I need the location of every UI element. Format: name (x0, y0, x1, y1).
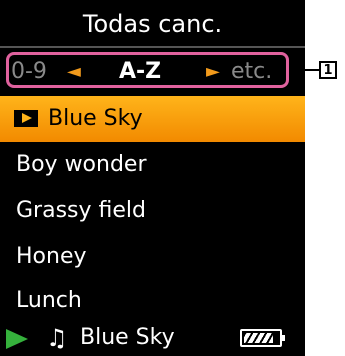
song-title: Grassy field (16, 198, 146, 223)
song-item[interactable]: Grassy field (0, 188, 305, 234)
song-title: Lunch (16, 288, 82, 313)
now-playing-icon (14, 110, 38, 127)
alphabet-index-bar[interactable]: 0-9 ◄ A-Z ► etc. (6, 52, 289, 88)
arrow-left-icon[interactable]: ◄ (67, 58, 81, 86)
screen-title: Todas canc. (82, 10, 223, 38)
song-item[interactable]: Boy wonder (0, 142, 305, 188)
song-title: Boy wonder (16, 152, 147, 177)
song-title: Honey (16, 244, 87, 269)
index-next-label: etc. (231, 59, 273, 84)
status-bar: ♫ Blue Sky (0, 322, 305, 356)
song-title: Blue Sky (48, 106, 143, 131)
song-item-selected[interactable]: Blue Sky (0, 96, 305, 142)
title-divider (0, 46, 305, 48)
callout-number: 1 (319, 61, 337, 79)
index-current-label: A-Z (119, 59, 162, 84)
battery-level (244, 333, 273, 343)
callout-leader-line (289, 69, 319, 71)
arrow-right-icon[interactable]: ► (206, 58, 220, 86)
play-icon (6, 329, 28, 349)
music-note-icon: ♫ (46, 324, 68, 352)
battery-icon (240, 329, 285, 347)
index-prev-label: 0-9 (11, 59, 47, 84)
player-screen: Todas canc. 0-9 ◄ A-Z ► etc. Blue Sky Bo… (0, 0, 305, 356)
song-item[interactable]: Lunch (0, 278, 305, 324)
song-item[interactable]: Honey (0, 234, 305, 280)
now-playing-title: Blue Sky (80, 325, 175, 350)
